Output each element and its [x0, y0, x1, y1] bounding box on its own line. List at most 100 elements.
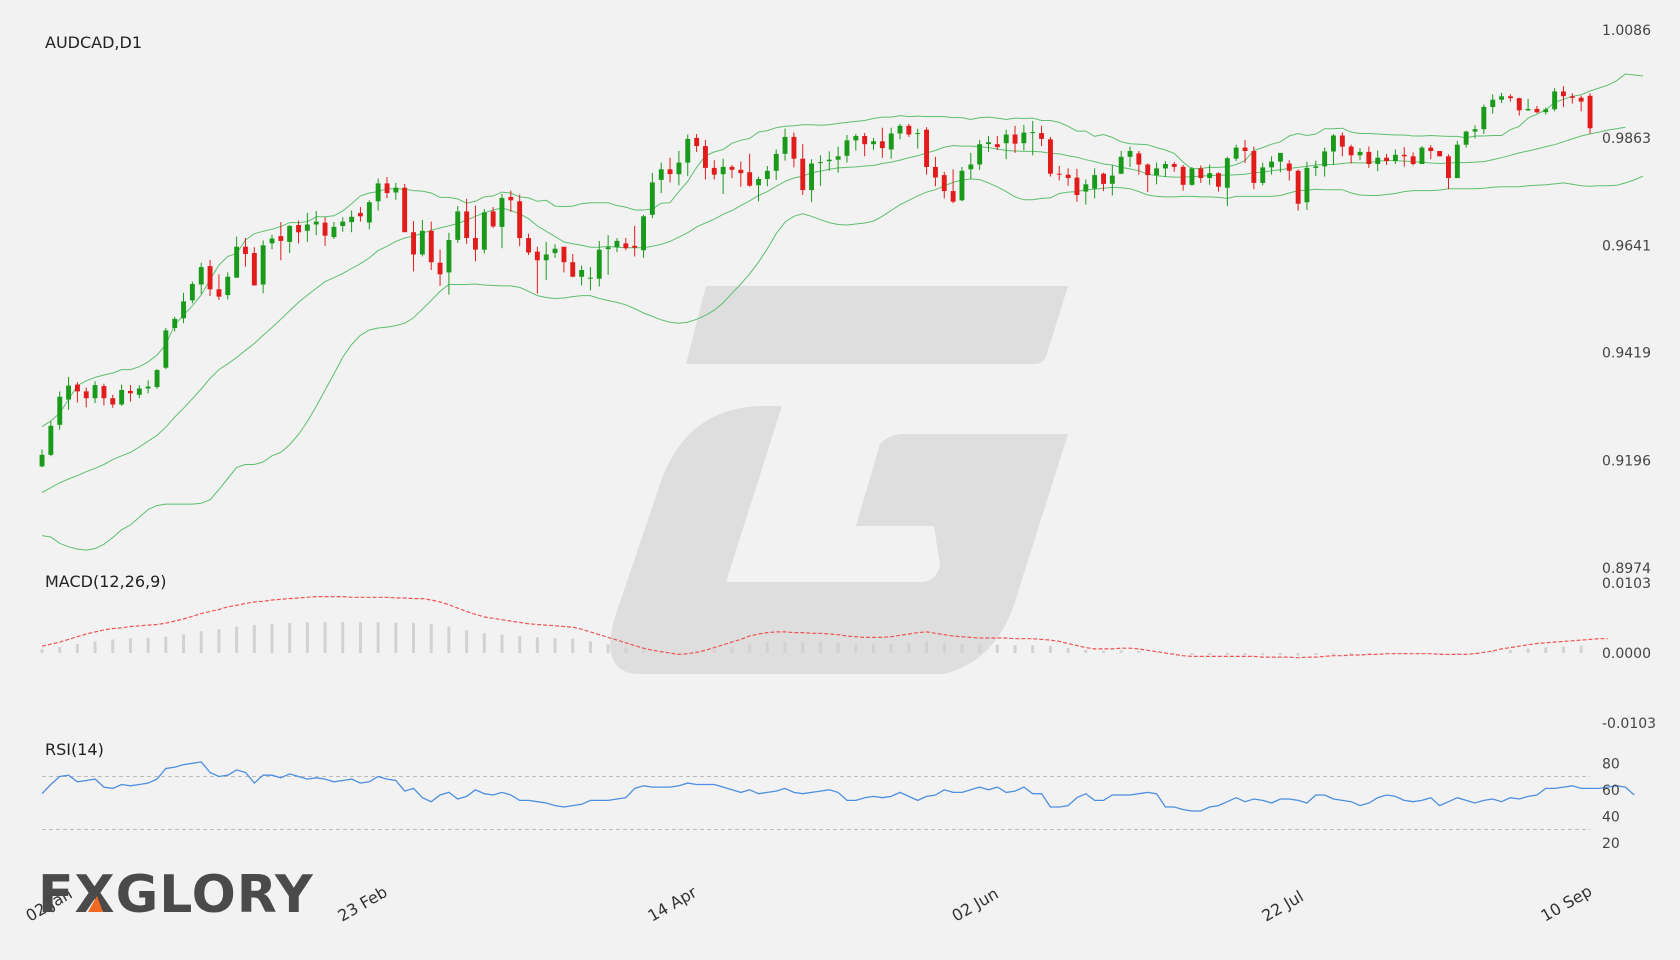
date-tick-label: 14 Apr: [645, 882, 701, 925]
macd-axis: 0.0103 0.0000 -0.0103: [1602, 576, 1656, 732]
candle: [1587, 93, 1593, 134]
macd-histogram-bar: [1119, 650, 1123, 653]
candle-body: [747, 172, 753, 186]
candle-body: [1331, 135, 1336, 152]
candle: [791, 132, 797, 168]
macd-histogram-bar: [270, 623, 274, 653]
candle: [251, 247, 257, 286]
candle: [499, 194, 505, 249]
candle-body: [1472, 129, 1478, 132]
candle-body: [1012, 134, 1018, 144]
candle: [994, 135, 1000, 150]
candle-body: [1578, 97, 1584, 102]
candle-body: [658, 169, 664, 180]
candle: [402, 183, 408, 233]
macd-histogram-bar: [58, 647, 62, 653]
rsi-panel: [41, 761, 1635, 830]
macd-histogram-bar: [252, 625, 256, 653]
candle: [888, 127, 894, 159]
macd-histogram-bar: [1048, 645, 1052, 653]
candle-body: [1463, 131, 1469, 145]
candle: [349, 210, 355, 233]
candle: [1454, 140, 1460, 179]
macd-histogram-bar: [1084, 650, 1088, 653]
candle: [809, 159, 814, 203]
macd-histogram-bar: [394, 622, 398, 653]
candle-body: [897, 125, 903, 134]
macd-histogram-bar: [358, 622, 362, 653]
candle: [1295, 169, 1301, 211]
bollinger-upper-line: [41, 73, 1644, 428]
candle-body: [331, 226, 337, 238]
candle-body: [818, 162, 823, 164]
macd-histogram-bar: [323, 622, 327, 653]
candle-body: [764, 170, 770, 179]
date-tick-label: 23 Feb: [335, 882, 391, 925]
date-tick-label: 02 Jun: [949, 884, 1002, 926]
candle-body: [1481, 106, 1487, 130]
macd-histogram-bar: [199, 631, 203, 653]
candle-body: [189, 284, 195, 301]
candle-body: [57, 396, 63, 425]
candle-body: [1357, 151, 1363, 156]
fxglory-logo: FXGLORY: [38, 865, 313, 925]
candle: [1490, 94, 1496, 114]
candle-body: [879, 141, 885, 149]
candle: [110, 394, 116, 408]
candle: [641, 214, 646, 258]
candle-body: [269, 238, 275, 244]
candle: [1012, 125, 1018, 153]
candle-body: [1384, 157, 1389, 162]
candle-body: [216, 289, 222, 297]
candle-body: [1437, 151, 1443, 157]
candle: [915, 128, 921, 149]
candle-body: [136, 388, 142, 395]
candle: [1393, 149, 1398, 165]
candle: [773, 149, 779, 180]
candle: [1074, 168, 1080, 202]
candle-body: [1561, 91, 1566, 97]
candle-body: [499, 197, 505, 227]
macd-histogram-bar: [1349, 653, 1353, 655]
candle: [1039, 125, 1044, 147]
candle-body: [1092, 175, 1098, 189]
candle-body: [1189, 168, 1195, 185]
candle-body: [1216, 173, 1221, 187]
candle-body: [243, 246, 248, 254]
candle-body: [358, 212, 363, 217]
candle: [800, 144, 806, 195]
candle-body: [941, 175, 947, 192]
candle: [738, 161, 744, 187]
candle: [605, 235, 611, 275]
candle-body: [1552, 91, 1558, 110]
candle: [331, 222, 337, 240]
macd-histogram-bar: [942, 642, 946, 653]
candle: [968, 152, 974, 180]
candle-body: [1587, 95, 1593, 129]
candle: [163, 328, 169, 370]
candle-body: [1375, 157, 1381, 164]
candle-body: [1030, 132, 1036, 134]
macd-histogram-bar: [1261, 653, 1265, 656]
candle: [1322, 147, 1328, 177]
macd-histogram-bar: [341, 622, 345, 653]
candle-body: [437, 262, 443, 275]
candle: [579, 265, 585, 286]
candle: [1375, 150, 1381, 172]
candle-body: [1074, 177, 1080, 195]
candle-body: [163, 330, 169, 368]
candle: [1578, 95, 1584, 112]
candle-body: [676, 162, 682, 175]
candle-body: [1366, 151, 1372, 164]
price-tick-label: 0.8974: [1602, 561, 1651, 577]
candle-body: [1569, 96, 1575, 98]
candle-body: [543, 254, 549, 261]
candle: [411, 221, 416, 272]
candle: [57, 391, 63, 430]
macd-histogram-bar: [447, 626, 451, 653]
candle-body: [481, 212, 487, 250]
candle-body: [1260, 167, 1266, 183]
macd-histogram-bar: [1508, 650, 1512, 653]
macd-tick-label: 0.0103: [1602, 576, 1651, 592]
candle: [216, 274, 222, 300]
